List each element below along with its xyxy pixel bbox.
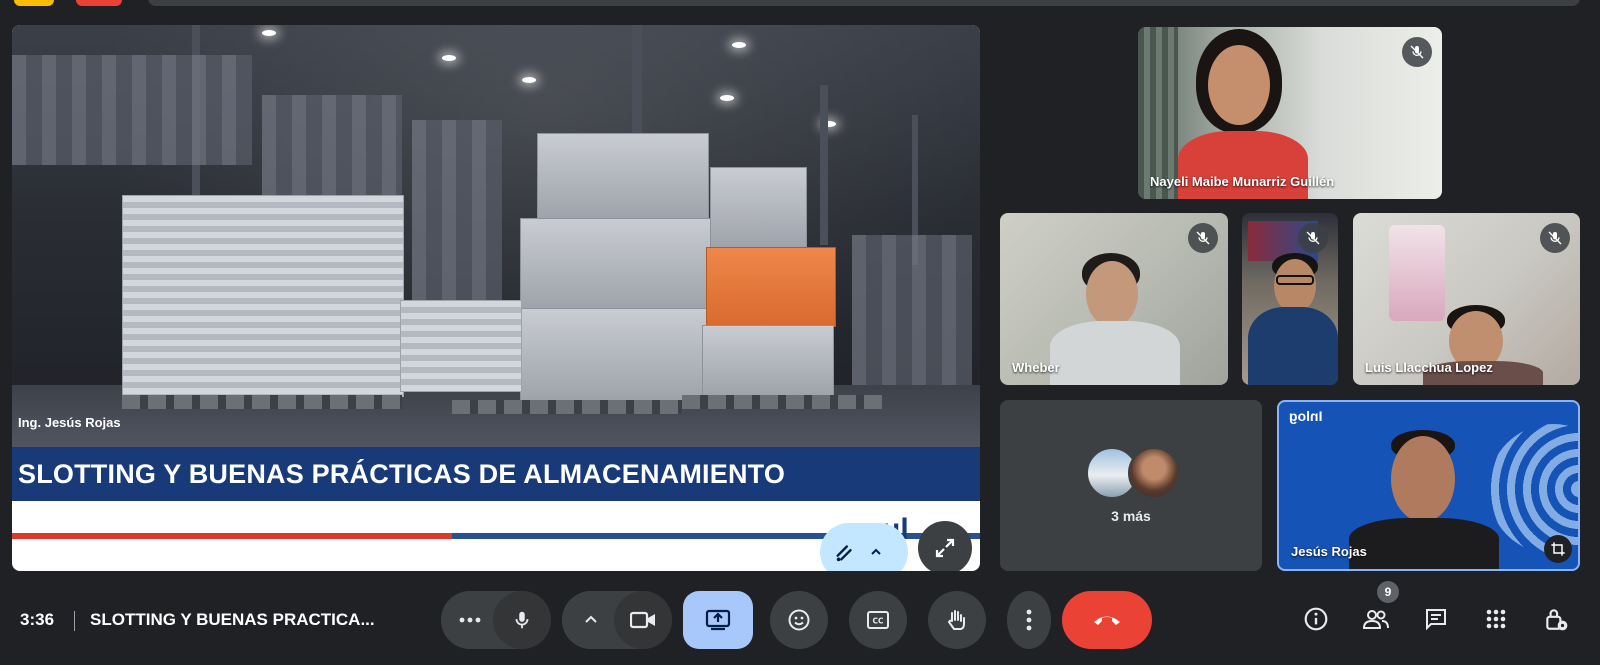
participant-name: Wheber [1012,360,1060,375]
mic-off-icon [1540,223,1570,253]
chat-icon [1423,607,1449,631]
mic-off-icon [1402,37,1432,67]
present-screen-icon [705,609,731,631]
top-strip [0,0,1600,8]
slide-title-band: SLOTTING Y BUENAS PRÁCTICAS DE ALMACENAM… [12,447,980,501]
meeting-info-button[interactable] [1296,599,1336,639]
captions-icon: CC [866,610,890,630]
people-icon [1362,608,1390,630]
raise-hand-icon [945,608,969,632]
captions-button[interactable]: CC [849,591,907,649]
participant-tile-wheber[interactable]: Wheber [1000,213,1228,385]
fullscreen-button[interactable] [918,521,972,571]
camera-icon [630,610,656,630]
fullscreen-icon [933,536,957,560]
participant-tile-luis[interactable]: Luis Llacchua Lopez [1353,213,1580,385]
mic-off-icon [1298,223,1328,253]
participant-name: Nayeli Maibe Munarriz Guillén [1150,174,1335,189]
host-controls-icon [1543,606,1569,632]
avatar [1128,447,1180,499]
info-icon [1303,606,1329,632]
microphone-button[interactable] [493,591,551,649]
meeting-title: SLOTTING Y BUENAS PRACTICA... [90,610,375,629]
reactions-button[interactable] [770,591,828,649]
more-participants-tile[interactable]: 3 más [1000,400,1262,571]
more-participants-label: 3 más [1111,508,1151,524]
end-call-button[interactable] [1062,591,1152,649]
participant-name: Jesús Rojas [1291,544,1367,559]
video-options-button[interactable] [562,591,620,649]
chevron-up-icon [584,613,598,627]
microphone-icon [511,609,533,631]
more-participants-avatars [1086,447,1186,499]
raise-hand-button[interactable] [928,591,986,649]
host-controls-button[interactable] [1536,599,1576,639]
people-button[interactable] [1356,599,1396,639]
activities-button[interactable] [1476,599,1516,639]
more-options-button[interactable] [1007,591,1051,649]
top-chip-red [76,0,122,6]
chat-button[interactable] [1416,599,1456,639]
top-bar [148,0,1580,6]
more-options-icon [459,617,481,623]
divider [74,611,75,631]
camera-button[interactable] [614,591,672,649]
meeting-clock: 3:36 [20,610,55,629]
mic-off-icon [1188,223,1218,253]
annotate-icon [834,541,856,563]
slide-photo [12,25,980,447]
participant-tile-nayeli[interactable]: Nayeli Maibe Munarriz Guillén [1138,27,1442,199]
more-vert-icon [1026,609,1032,631]
annotate-chevron-icon [870,546,882,558]
participant-tile-unnamed[interactable] [1242,213,1338,385]
presentation-slide[interactable]: Ing. Jesús Rojas SLOTTING Y BUENAS PRÁCT… [12,25,980,571]
slide-title: SLOTTING Y BUENAS PRÁCTICAS DE ALMACENAM… [18,458,786,489]
crop-button[interactable] [1544,535,1572,563]
slide-rule-red [12,533,452,539]
svg-text:CC: CC [872,617,884,626]
participant-tile-self[interactable]: Inlog Jesús Rojas [1277,400,1580,571]
crop-icon [1550,541,1566,557]
emoji-icon [787,608,811,632]
participant-name: Luis Llacchua Lopez [1365,360,1493,375]
top-chip-yellow [14,0,54,6]
audio-options-button[interactable] [441,591,499,649]
bottom-control-bar: 3:36 SLOTTING Y BUENAS PRACTICA... CC 9 [0,581,1600,665]
annotate-button[interactable] [820,523,908,571]
slide-presenter-caption: Ing. Jesús Rojas [18,415,121,430]
end-call-icon [1092,613,1122,627]
present-button[interactable] [683,591,753,649]
activities-icon [1485,608,1507,630]
